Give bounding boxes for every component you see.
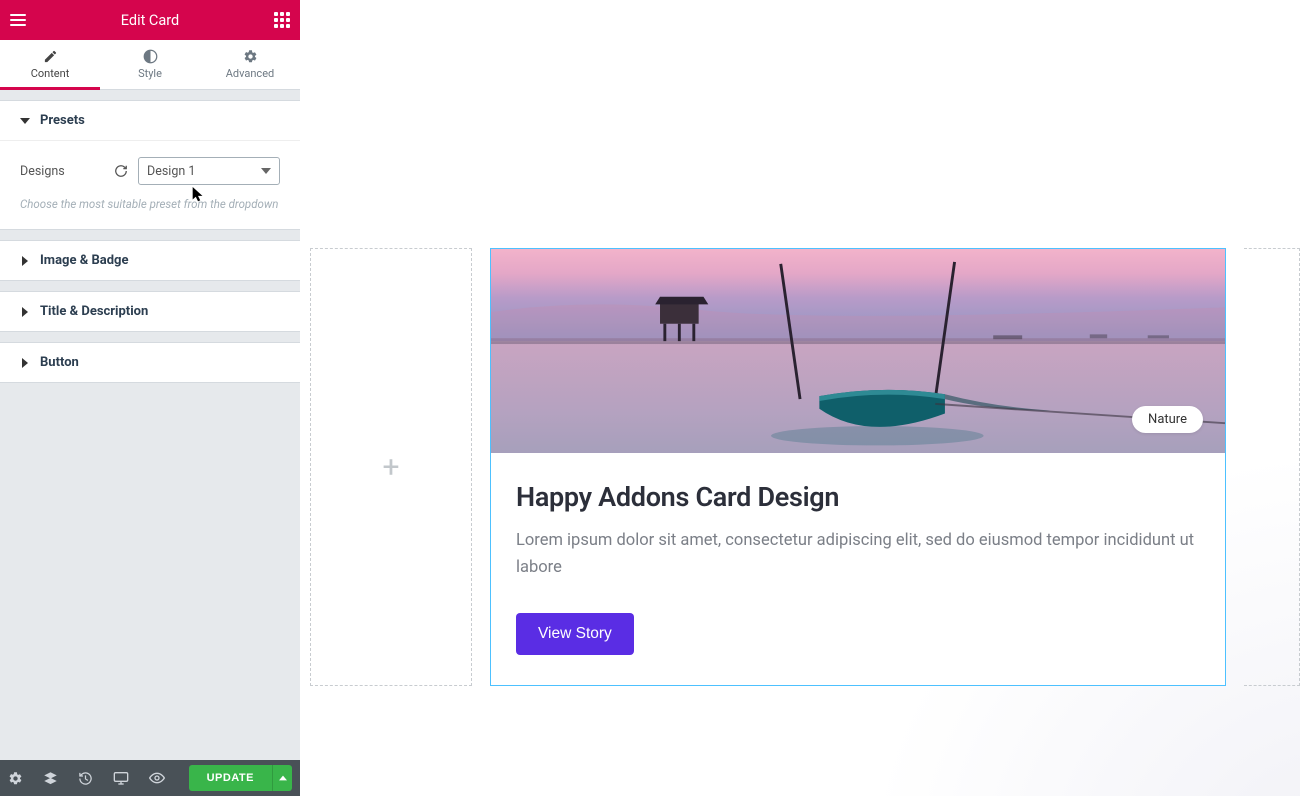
section-head-image-badge[interactable]: Image & Badge: [0, 241, 300, 280]
update-button[interactable]: UPDATE: [189, 765, 272, 791]
tab-advanced[interactable]: Advanced: [200, 40, 300, 89]
sections: Presets Designs Design 1 Choose the most…: [0, 90, 300, 760]
caret-down-icon: [20, 116, 30, 126]
section-image-badge: Image & Badge: [0, 240, 300, 281]
navigator-icon[interactable]: [43, 771, 58, 786]
gear-icon: [243, 49, 258, 64]
help-text: Choose the most suitable preset from the…: [20, 191, 280, 211]
card-button[interactable]: View Story: [516, 613, 634, 655]
update-group: UPDATE: [189, 765, 292, 791]
pencil-icon: [43, 49, 58, 64]
editor-columns: +: [310, 248, 1300, 686]
footer: UPDATE: [0, 760, 300, 796]
caret-right-icon: [20, 358, 30, 368]
history-icon[interactable]: [78, 771, 93, 786]
menu-icon[interactable]: [10, 14, 26, 26]
tab-content[interactable]: Content: [0, 40, 100, 89]
select-value: Design 1: [147, 164, 195, 179]
tab-label: Style: [138, 67, 162, 80]
apps-icon[interactable]: [274, 12, 290, 28]
settings-icon[interactable]: [8, 771, 23, 786]
designs-select[interactable]: Design 1: [138, 157, 280, 185]
chevron-down-icon: [261, 166, 271, 176]
refresh-icon[interactable]: [114, 164, 128, 178]
field-label: Designs: [20, 164, 65, 179]
section-title: Title & Description: [40, 304, 148, 319]
card-widget[interactable]: Nature Happy Addons Card Design Lorem ip…: [490, 248, 1226, 686]
update-dropdown[interactable]: [272, 765, 292, 791]
section-button: Button: [0, 342, 300, 383]
empty-column-right[interactable]: [1244, 248, 1300, 686]
card-title: Happy Addons Card Design: [516, 481, 1200, 513]
section-body-presets: Designs Design 1 Choose the most suitabl…: [0, 140, 300, 229]
section-title: Image & Badge: [40, 253, 129, 268]
responsive-icon[interactable]: [113, 770, 129, 786]
cursor-icon: [192, 187, 204, 203]
tabs: Content Style Advanced: [0, 40, 300, 90]
tab-label: Advanced: [226, 67, 274, 80]
sidebar-header: Edit Card: [0, 0, 300, 40]
empty-column-left[interactable]: +: [310, 248, 472, 686]
caret-right-icon: [20, 307, 30, 317]
canvas: +: [300, 0, 1300, 796]
section-title: Button: [40, 355, 79, 370]
section-head-presets[interactable]: Presets: [0, 101, 300, 140]
header-title: Edit Card: [0, 12, 300, 29]
card-description: Lorem ipsum dolor sit amet, consectetur …: [516, 527, 1200, 581]
add-widget-icon[interactable]: +: [382, 450, 399, 485]
tab-label: Content: [31, 67, 70, 80]
tab-style[interactable]: Style: [100, 40, 200, 89]
card-image: Nature: [491, 249, 1225, 453]
section-presets: Presets Designs Design 1 Choose the most…: [0, 100, 300, 230]
caret-right-icon: [20, 256, 30, 266]
card-body: Happy Addons Card Design Lorem ipsum dol…: [491, 453, 1225, 685]
field-designs: Designs Design 1: [20, 151, 280, 191]
section-title: Presets: [40, 113, 85, 128]
section-head-title-description[interactable]: Title & Description: [0, 292, 300, 331]
editor-sidebar: Edit Card Content Style Advanced Presets: [0, 0, 300, 796]
section-head-button[interactable]: Button: [0, 343, 300, 382]
card-badge: Nature: [1132, 406, 1203, 433]
preview-icon[interactable]: [149, 770, 165, 786]
contrast-icon: [143, 49, 158, 64]
section-title-description: Title & Description: [0, 291, 300, 332]
